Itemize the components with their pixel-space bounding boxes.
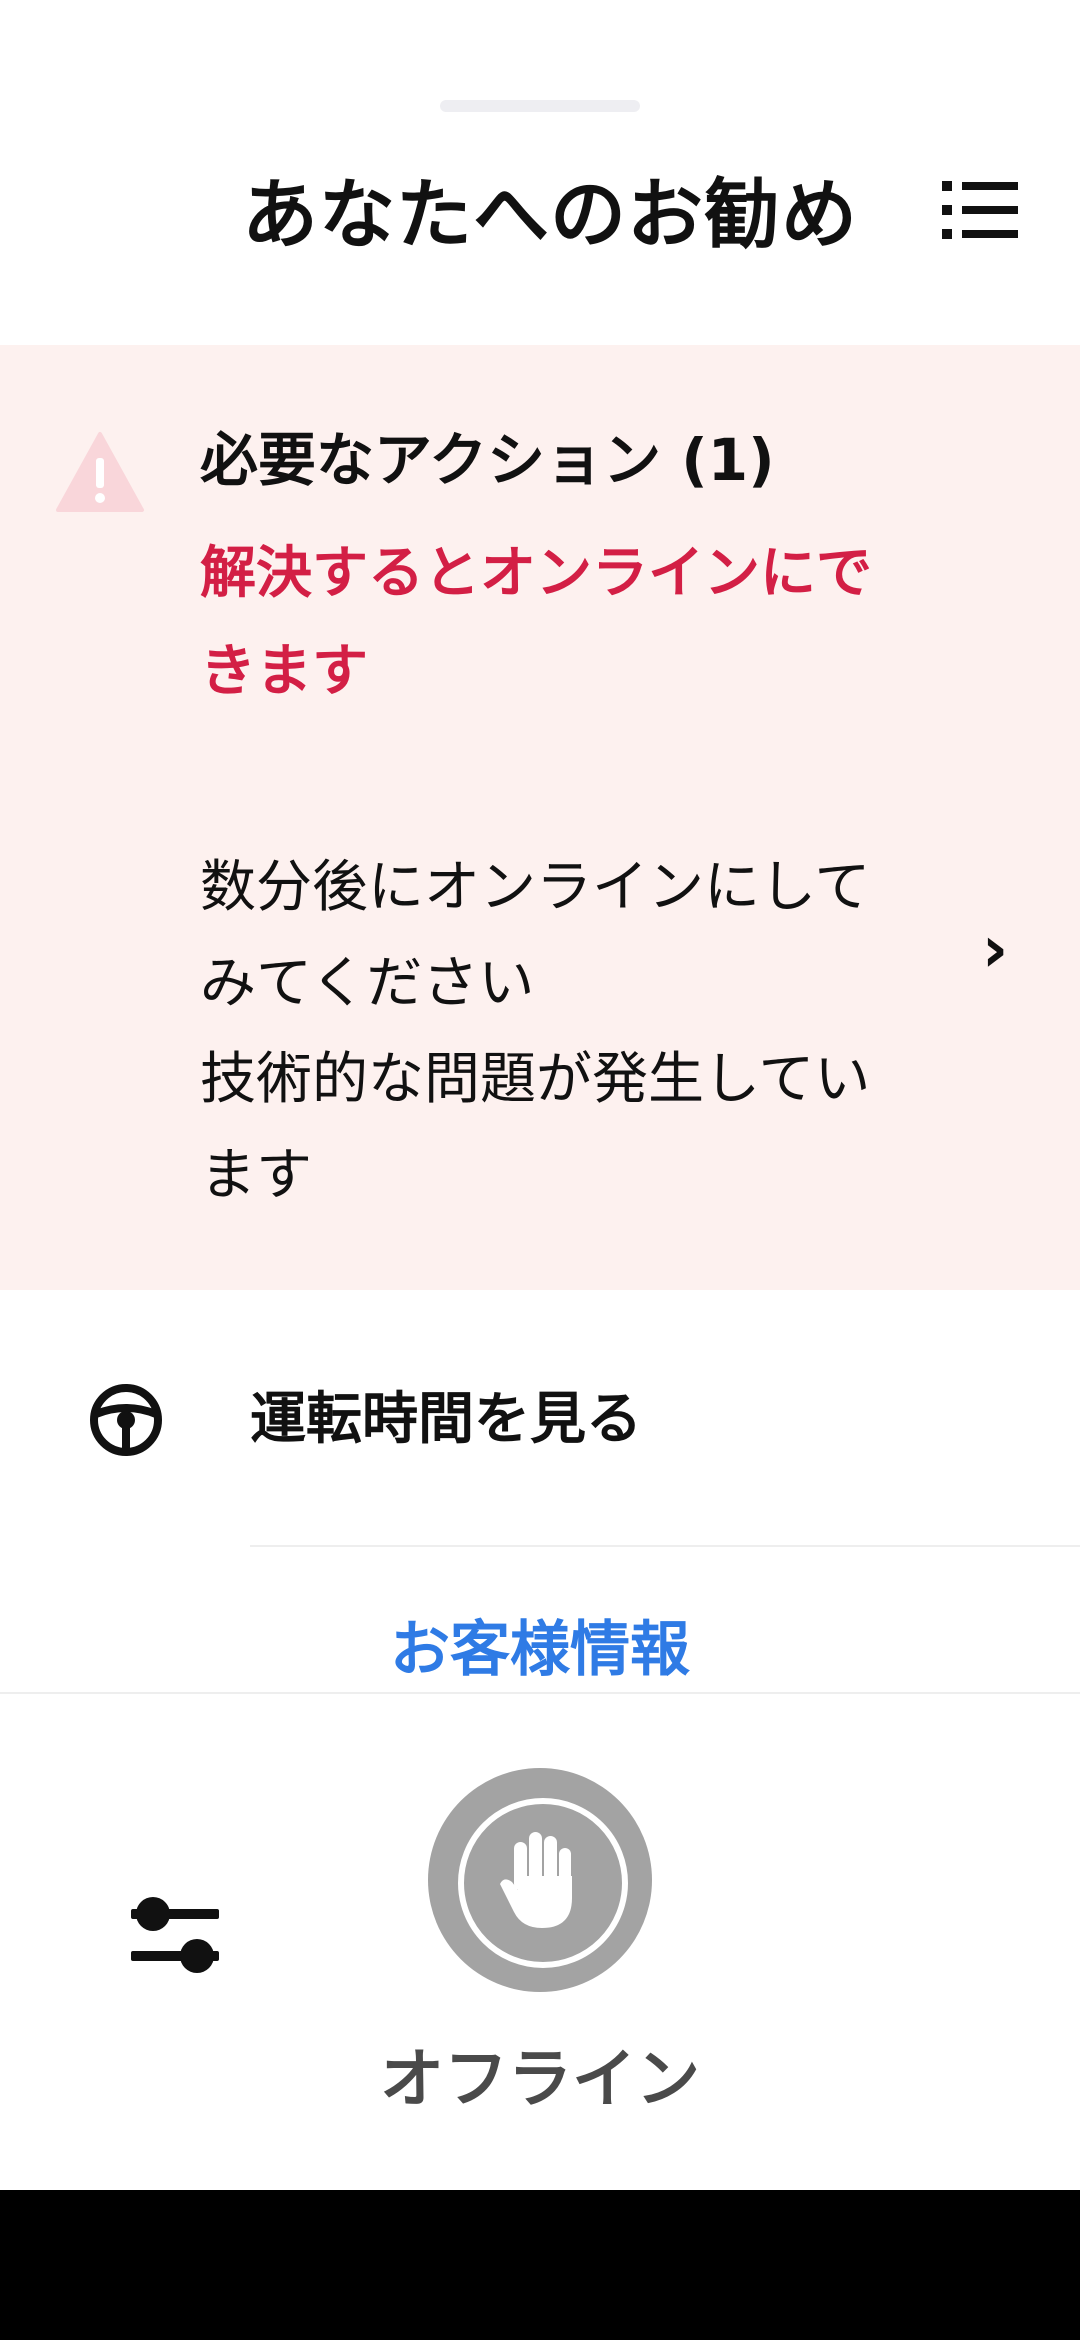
divider [250,1545,1080,1547]
steering-wheel-icon [88,1382,164,1458]
action-item-title: 数分後にオンラインにしてみてください [200,855,871,1016]
go-online-button[interactable] [428,1768,652,1992]
customer-info-link[interactable]: お客様情報 [290,1600,790,1700]
warning-triangle-icon [54,430,146,514]
chevron-right-icon: › [981,913,1009,987]
action-item-retry-online[interactable]: 数分後にオンラインにしてみてください 技術的な問題が発生しています › [200,840,1040,1230]
sliders-icon[interactable] [125,1885,225,1985]
action-required-subtitle: 解決するとオンラインにできます [200,541,872,704]
drive-time-label: 運転時間を見る [250,1387,642,1452]
system-navigation-bar [0,2190,1080,2340]
list-icon[interactable] [940,175,1020,245]
hand-stop-icon [500,1832,572,1928]
page-title: あなたへのお勧め [242,170,858,259]
action-required-title: 必要なアクション (1) [200,426,775,494]
status-label: オフライン [380,2043,700,2117]
action-item-description: 技術的な問題が発生しています [200,1047,871,1208]
sheet-grab-handle[interactable] [440,100,640,112]
divider [0,1692,1080,1694]
bottom-sheet-header: あなたへのお勧め [0,0,1080,345]
